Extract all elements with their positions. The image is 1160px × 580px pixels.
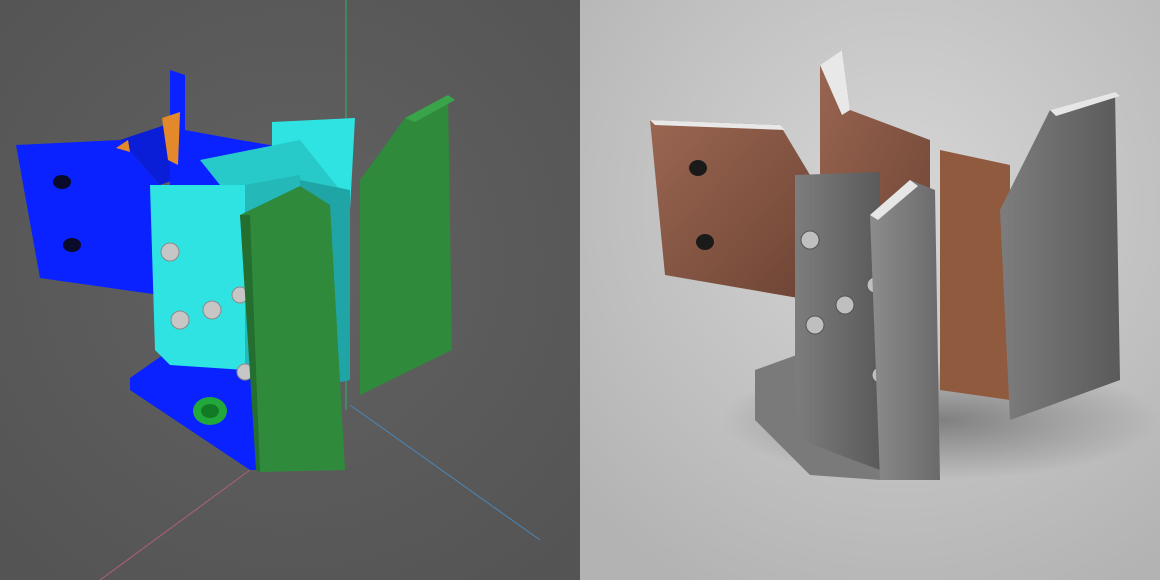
bolt-head xyxy=(805,315,825,335)
copper-bar-plate xyxy=(650,120,810,300)
render-scene xyxy=(580,0,1160,580)
bolt-head xyxy=(202,300,222,320)
comparison-stage xyxy=(0,0,1160,580)
bolt-head xyxy=(835,295,855,315)
cyan-front-plate xyxy=(150,185,245,370)
bolt-head xyxy=(170,310,190,330)
copper-fins xyxy=(940,150,1010,400)
bolt-head xyxy=(800,230,820,250)
copper-bar-hole-bottom xyxy=(696,234,714,250)
green-washer-hole xyxy=(201,404,219,418)
blue-bar-hole-top xyxy=(53,175,71,189)
cad-viewport-scene xyxy=(0,0,580,580)
blue-bar-hole-bottom xyxy=(63,238,81,252)
copper-bar-hole-top xyxy=(689,160,707,176)
bolt-head xyxy=(160,242,180,262)
cad-viewport-panel xyxy=(0,0,580,580)
render-panel xyxy=(580,0,1160,580)
steel-front-tall-plate xyxy=(870,180,940,480)
